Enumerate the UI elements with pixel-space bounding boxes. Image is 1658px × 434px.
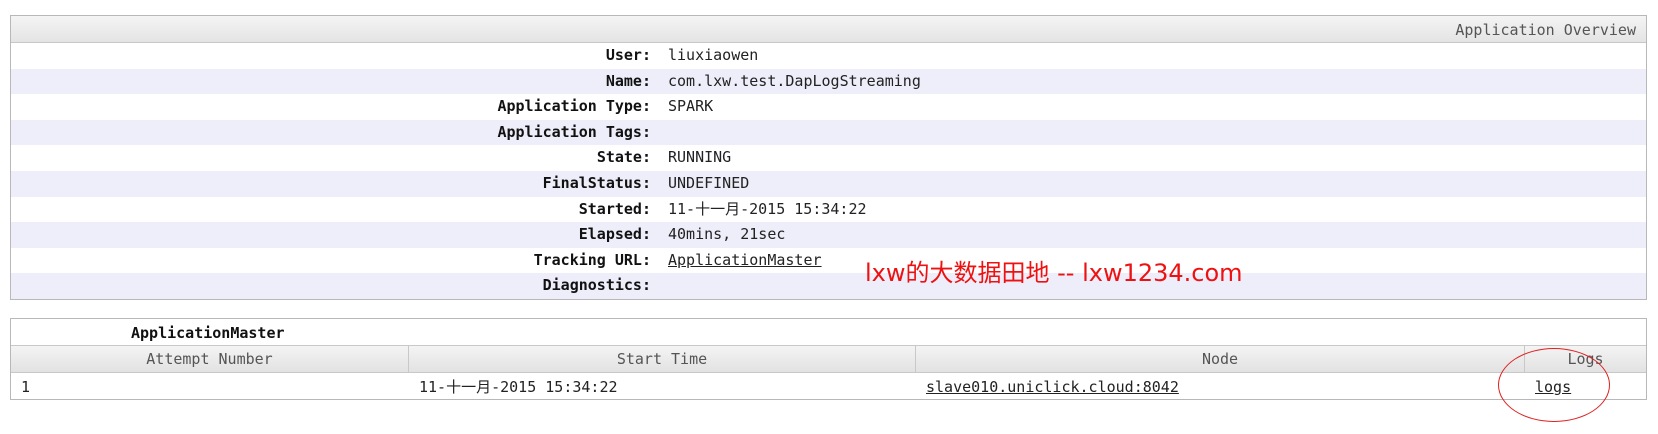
- overview-row-elapsed: Elapsed: 40mins, 21sec: [11, 222, 1646, 248]
- field-label: State:: [596, 148, 651, 167]
- table-row: 1 11-十一月-2015 15:34:22 slave010.uniclick…: [11, 373, 1646, 400]
- overview-row-diagnostics: Diagnostics:: [11, 273, 1646, 299]
- column-header-logs[interactable]: Logs: [1525, 346, 1646, 372]
- field-label: Started:: [578, 199, 651, 218]
- application-master-panel: ApplicationMaster Attempt Number Start T…: [10, 318, 1647, 400]
- field-value: RUNNING: [668, 148, 732, 167]
- overview-row-tracking-url: Tracking URL: ApplicationMaster: [11, 248, 1646, 274]
- application-overview-panel: Application Overview User: liuxiaowen Na…: [10, 15, 1647, 300]
- field-label: Elapsed:: [578, 225, 651, 244]
- field-label: Application Type:: [497, 97, 651, 116]
- logs-link[interactable]: logs: [1535, 378, 1571, 396]
- attempts-table-header: Attempt Number Start Time Node Logs: [11, 345, 1646, 373]
- field-label: User:: [605, 46, 651, 64]
- column-header-start-time[interactable]: Start Time: [409, 346, 916, 372]
- overview-row-name: Name: com.lxw.test.DapLogStreaming: [11, 68, 1646, 95]
- overview-row-user: User: liuxiaowen: [11, 43, 1646, 69]
- field-value: 40mins, 21sec: [668, 225, 786, 244]
- field-value: 11-十一月-2015 15:34:22: [668, 199, 867, 218]
- column-header-node[interactable]: Node: [916, 346, 1525, 372]
- start-time-cell: 11-十一月-2015 15:34:22: [419, 378, 618, 396]
- field-value: SPARK: [668, 97, 714, 116]
- field-value: liuxiaowen: [668, 46, 759, 64]
- field-label: Diagnostics:: [542, 276, 651, 295]
- overview-row-state: State: RUNNING: [11, 145, 1646, 171]
- overview-header: Application Overview: [11, 16, 1646, 43]
- field-value: com.lxw.test.DapLogStreaming: [668, 71, 921, 90]
- app-master-title: ApplicationMaster: [131, 324, 285, 342]
- column-header-attempt-number[interactable]: Attempt Number: [11, 346, 409, 372]
- field-label: FinalStatus:: [542, 173, 651, 192]
- node-link[interactable]: slave010.uniclick.cloud:8042: [926, 378, 1179, 396]
- overview-row-application-tags: Application Tags:: [11, 119, 1646, 146]
- watermark-text: lxw的大数据田地 -- lxw1234.com: [865, 259, 1243, 287]
- overview-row-started: Started: 11-十一月-2015 15:34:22: [11, 197, 1646, 223]
- field-value: UNDEFINED: [668, 173, 750, 192]
- field-label: Name:: [605, 71, 651, 90]
- overview-row-final-status: FinalStatus: UNDEFINED: [11, 170, 1646, 197]
- attempt-number-cell: 1: [21, 378, 31, 396]
- tracking-url-link[interactable]: ApplicationMaster: [668, 251, 822, 269]
- field-label: Application Tags:: [497, 122, 651, 141]
- overview-row-application-type: Application Type: SPARK: [11, 94, 1646, 120]
- field-label: Tracking URL:: [533, 250, 651, 269]
